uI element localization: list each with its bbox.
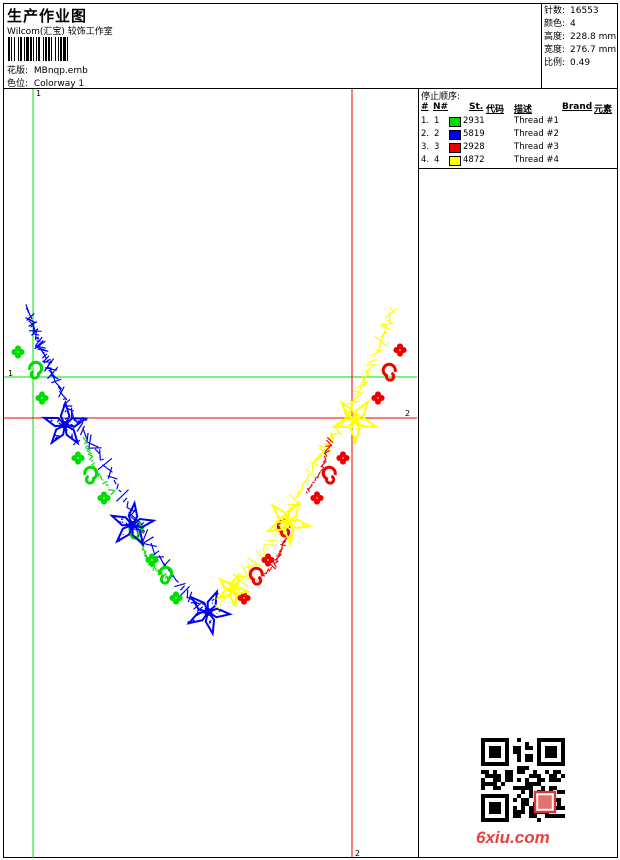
leaf-cluster (169, 591, 183, 605)
leaf-cluster (310, 491, 324, 505)
leaf-cluster (336, 451, 350, 465)
leaf-cluster (371, 391, 385, 405)
scroll-motif (248, 566, 264, 586)
scroll-motif (321, 465, 337, 485)
leaf-cluster (71, 451, 85, 465)
leaf-cluster (261, 553, 275, 567)
guide-label-red-v: 2 (355, 849, 360, 858)
scroll-motif (28, 360, 44, 380)
embroidery-design-preview: 1 1 2 2 (4, 89, 417, 858)
guide-label-green-h: 1 (8, 369, 13, 378)
stitch-band (214, 306, 398, 610)
flower-motif (265, 500, 313, 548)
stitch-band (25, 304, 209, 617)
stitch-band (82, 436, 116, 496)
leaf-cluster (97, 491, 111, 505)
watermark-logo: 6xiu.com (476, 828, 550, 847)
flower-motif (41, 399, 90, 446)
guide-label-green-v: 1 (36, 89, 41, 98)
qr-code (481, 738, 565, 822)
leaf-cluster (393, 343, 407, 357)
leaf-cluster (35, 391, 49, 405)
flower-motif (331, 399, 380, 446)
guide-label-red-h: 2 (405, 409, 410, 418)
scroll-motif (381, 362, 397, 382)
leaf-cluster (11, 345, 25, 359)
